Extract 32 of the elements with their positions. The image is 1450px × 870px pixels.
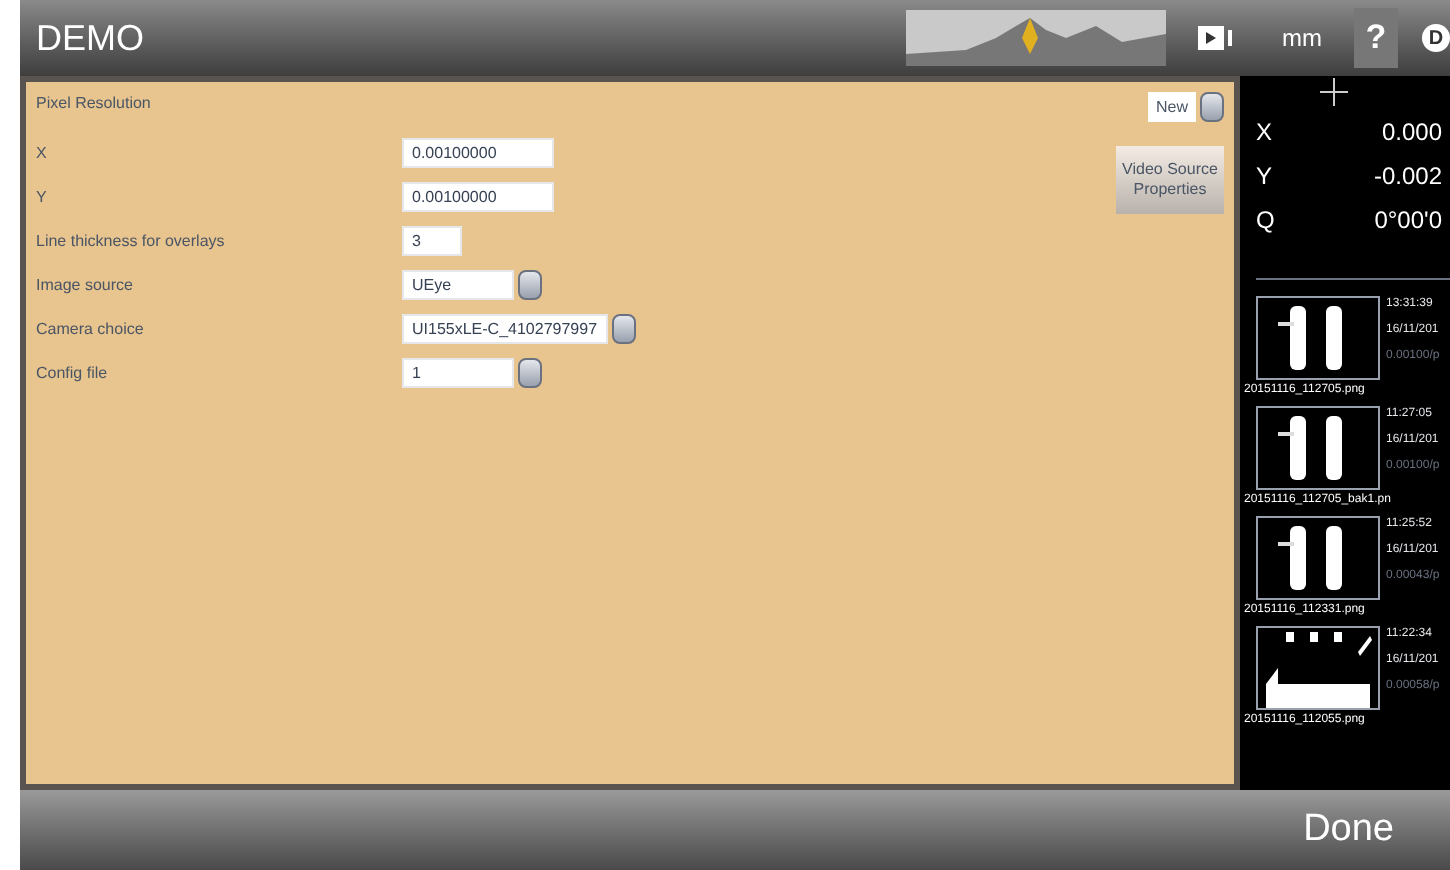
- axis-value: 0.000: [1381, 116, 1442, 150]
- crosshair-icon: [1320, 78, 1348, 106]
- input-field[interactable]: 0.00100000: [402, 182, 554, 212]
- axis-value: -0.002: [1373, 160, 1442, 194]
- dropdown-field[interactable]: UEye: [402, 270, 514, 300]
- dropdown-button[interactable]: [518, 270, 542, 300]
- input-field[interactable]: 0.00100000: [402, 138, 554, 168]
- badge[interactable]: D: [1422, 24, 1450, 52]
- dropdown-button[interactable]: [518, 358, 542, 388]
- dropdown-field[interactable]: UI155xLE-C_4102797997: [402, 314, 608, 344]
- axis-label: Q: [1256, 204, 1275, 238]
- units-label[interactable]: mm: [1282, 20, 1322, 56]
- axis-label: X: [1256, 116, 1273, 150]
- done-button[interactable]: Done: [1303, 801, 1394, 859]
- field-label: Line thickness for overlays: [36, 229, 227, 253]
- help-button[interactable]: ?: [1354, 8, 1398, 68]
- window-title: DEMO: [36, 15, 144, 61]
- field-label: Camera choice: [36, 317, 146, 341]
- dropdown-field[interactable]: 1: [402, 358, 514, 388]
- video-icon[interactable]: [1198, 26, 1234, 50]
- dropdown-button[interactable]: [611, 314, 636, 344]
- field-label: X: [36, 141, 49, 165]
- dropdown-button[interactable]: [1200, 92, 1224, 122]
- field-label: Image source: [36, 273, 135, 297]
- field-label: Config file: [36, 361, 110, 385]
- section-heading: Pixel Resolution: [36, 92, 151, 116]
- axis-value: 0°00'0: [1374, 204, 1442, 238]
- axis-label: Y: [1256, 160, 1273, 194]
- new-button[interactable]: New: [1147, 92, 1196, 122]
- field-label: Y: [36, 185, 49, 209]
- video-source-button[interactable]: Video Source Properties: [1116, 146, 1224, 214]
- input-field[interactable]: 3: [402, 226, 462, 256]
